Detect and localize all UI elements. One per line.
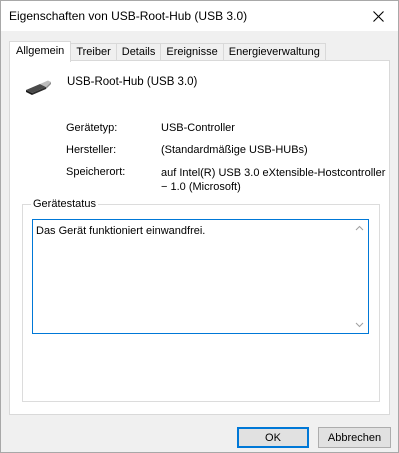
status-scrollbar[interactable] — [351, 220, 368, 333]
scroll-up-icon[interactable] — [355, 224, 364, 233]
ok-button[interactable]: OK — [237, 427, 309, 448]
device-status-text: Das Gerät funktioniert einwandfrei. — [36, 225, 206, 237]
location-value: auf Intel(R) USB 3.0 eXtensible-Hostcont… — [161, 167, 386, 193]
usb-plug-icon — [26, 80, 51, 95]
general-tab-panel: USB-Root-Hub (USB 3.0) Gerätetyp: USB-Co… — [9, 60, 390, 415]
tab-allgemein[interactable]: Allgemein — [9, 41, 72, 62]
window-title: Eigenschaften von USB-Root-Hub (USB 3.0) — [9, 9, 248, 23]
properties-dialog: Eigenschaften von USB-Root-Hub (USB 3.0)… — [0, 0, 399, 453]
location-label: Speicherort: — [66, 166, 126, 178]
device-type-label: Gerätetyp: — [66, 122, 118, 134]
manufacturer-value: (Standardmäßige USB-HUBs) — [161, 144, 308, 156]
scroll-down-icon[interactable] — [355, 320, 364, 329]
title-bar: Eigenschaften von USB-Root-Hub (USB 3.0) — [1, 1, 398, 31]
device-status-label: Gerätestatus — [31, 198, 98, 210]
close-button[interactable] — [358, 1, 398, 31]
device-name: USB-Root-Hub (USB 3.0) — [67, 76, 198, 88]
device-status-textbox[interactable]: Das Gerät funktioniert einwandfrei. — [32, 219, 369, 334]
manufacturer-label: Hersteller: — [66, 144, 117, 156]
cancel-button[interactable]: Abbrechen — [318, 427, 391, 448]
device-status-group: Gerätestatus Das Gerät funktioniert einw… — [22, 198, 380, 402]
close-icon — [372, 10, 384, 22]
device-type-value: USB-Controller — [161, 122, 235, 134]
tab-strip: Allgemein Treiber Details Ereignisse Ene… — [9, 41, 326, 62]
